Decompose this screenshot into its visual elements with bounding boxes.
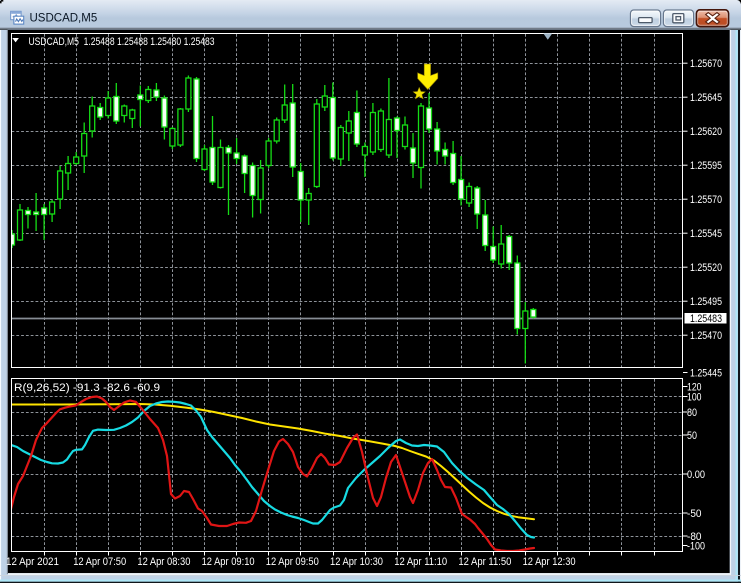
svg-text:R(9,26,52) -91.3 -82.6 -60.9: R(9,26,52) -91.3 -82.6 -60.9 xyxy=(14,382,160,394)
svg-text:-50: -50 xyxy=(687,508,702,520)
svg-text:-100: -100 xyxy=(687,540,705,552)
svg-text:12 Apr 11:50: 12 Apr 11:50 xyxy=(458,556,511,568)
svg-text:1.25483: 1.25483 xyxy=(690,313,722,325)
svg-text:USDCAD,M5 1.25488 1.25488 1.2: USDCAD,M5 1.25488 1.25488 1.25480 1.2548… xyxy=(29,36,215,48)
svg-text:1.25520: 1.25520 xyxy=(690,262,722,274)
svg-text:1.25470: 1.25470 xyxy=(690,330,722,342)
svg-text:0.00: 0.00 xyxy=(687,469,705,481)
svg-text:USDCAD,M5: USDCAD,M5 xyxy=(30,13,98,25)
svg-text:100: 100 xyxy=(687,391,702,403)
svg-text:1.25495: 1.25495 xyxy=(690,296,722,308)
svg-text:12 Apr 09:50: 12 Apr 09:50 xyxy=(266,556,319,568)
svg-text:12 Apr 08:30: 12 Apr 08:30 xyxy=(137,556,190,568)
svg-text:1.25545: 1.25545 xyxy=(690,228,722,240)
svg-text:1.25445: 1.25445 xyxy=(690,367,722,379)
svg-text:12 Apr 07:50: 12 Apr 07:50 xyxy=(73,556,126,568)
svg-text:12 Apr 12:30: 12 Apr 12:30 xyxy=(523,556,576,568)
svg-text:1.25595: 1.25595 xyxy=(690,160,722,172)
svg-text:12 Apr 09:10: 12 Apr 09:10 xyxy=(202,556,255,568)
svg-text:12 Apr 11:10: 12 Apr 11:10 xyxy=(394,556,447,568)
svg-text:12 Apr 10:30: 12 Apr 10:30 xyxy=(330,556,383,568)
svg-text:12 Apr 2021: 12 Apr 2021 xyxy=(6,556,59,568)
svg-text:1.25645: 1.25645 xyxy=(690,92,722,104)
svg-text:1.25620: 1.25620 xyxy=(690,126,722,138)
svg-text:50: 50 xyxy=(687,430,697,442)
svg-text:1.25670: 1.25670 xyxy=(690,58,722,70)
svg-text:80: 80 xyxy=(687,407,697,419)
svg-text:1.25570: 1.25570 xyxy=(690,194,722,206)
